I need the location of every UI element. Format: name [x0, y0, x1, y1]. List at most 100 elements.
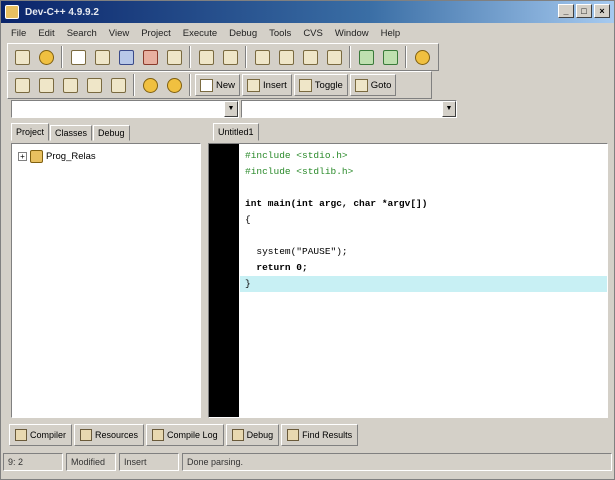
menu-window[interactable]: Window	[329, 28, 375, 39]
tab-debug-output[interactable]: Debug	[225, 424, 280, 446]
compile-run-button[interactable]	[59, 74, 81, 96]
rebuild-all-button[interactable]	[83, 74, 105, 96]
run-button[interactable]	[35, 74, 57, 96]
left-panel-tabs: Project Classes Debug	[11, 123, 131, 143]
menu-view[interactable]: View	[103, 28, 135, 39]
menu-search[interactable]: Search	[61, 28, 103, 39]
tab-debug[interactable]: Debug	[93, 125, 130, 141]
title-bar[interactable]: Dev-C++ 4.9.9.2 _ □ ×	[1, 1, 614, 23]
editor-tabs: Untitled1	[213, 123, 260, 143]
find-next-button[interactable]	[275, 46, 297, 68]
project-icon	[30, 150, 43, 163]
class-browser-button[interactable]	[35, 46, 57, 68]
debug-button[interactable]	[107, 74, 129, 96]
goto-label: Goto	[370, 79, 392, 91]
code-line: #include <stdlib.h>	[245, 166, 354, 177]
find-next-icon	[278, 49, 294, 65]
compile-button[interactable]	[11, 74, 33, 96]
replace-button[interactable]	[299, 46, 321, 68]
main-toolbar	[7, 43, 439, 71]
class-combo[interactable]: ▼	[11, 100, 239, 118]
menu-help[interactable]: Help	[375, 28, 407, 39]
find-button[interactable]	[251, 46, 273, 68]
project-tree-root[interactable]: + Prog_Relas	[18, 150, 96, 163]
run-icon	[38, 77, 54, 93]
status-position: 9: 2	[3, 453, 63, 471]
status-info: Done parsing.	[182, 453, 612, 471]
member-combo[interactable]: ▼	[241, 100, 457, 118]
tab-classes[interactable]: Classes	[50, 125, 93, 141]
tab-untitled1[interactable]: Untitled1	[213, 123, 259, 141]
expand-icon[interactable]: +	[18, 152, 27, 161]
about-button[interactable]	[163, 74, 185, 96]
new-icon	[200, 78, 213, 92]
toggle-button[interactable]: Toggle	[293, 74, 348, 96]
insert-button[interactable]: Insert	[242, 74, 292, 96]
toolbar-separator	[245, 46, 247, 68]
code-line: {	[245, 214, 251, 225]
minimize-button[interactable]: _	[558, 4, 574, 18]
tab-compiler[interactable]: Compiler	[9, 424, 73, 446]
new-file-icon	[70, 49, 86, 65]
menu-cvs[interactable]: CVS	[297, 28, 329, 39]
toolbar-separator	[349, 46, 351, 68]
open-file-button[interactable]	[91, 46, 113, 68]
dropdown-arrow-icon[interactable]: ▼	[224, 101, 238, 117]
insert-label: Insert	[263, 79, 287, 91]
compiler-icon	[15, 429, 27, 441]
goto-line-icon	[326, 49, 342, 65]
code-area[interactable]: #include <stdio.h> #include <stdlib.h> i…	[245, 148, 427, 292]
close-file-button[interactable]	[163, 46, 185, 68]
tab-compile-log-label: Compile Log	[167, 430, 218, 440]
compile-icon	[14, 77, 30, 93]
menu-debug[interactable]: Debug	[223, 28, 263, 39]
tab-resources-label: Resources	[95, 430, 139, 440]
menu-execute[interactable]: Execute	[177, 28, 223, 39]
new-label: New	[216, 79, 236, 91]
window-controls: _ □ ×	[558, 4, 610, 18]
about-icon	[166, 77, 182, 93]
check-icon	[110, 77, 126, 93]
app-icon	[5, 5, 19, 19]
maximize-button[interactable]: □	[576, 4, 592, 18]
menu-bar: File Edit Search View Project Execute De…	[1, 24, 614, 42]
tab-compile-log[interactable]: Compile Log	[146, 424, 224, 446]
add-to-project-button[interactable]	[355, 46, 377, 68]
redo-button[interactable]	[219, 46, 241, 68]
help-button[interactable]	[411, 46, 433, 68]
dropdown-arrow-icon[interactable]: ▼	[442, 101, 456, 117]
resources-icon	[80, 429, 93, 441]
tab-project[interactable]: Project	[11, 123, 50, 141]
tab-find-results-label: Find Results	[302, 430, 353, 440]
help-icon	[414, 49, 430, 65]
open-project-button[interactable]	[11, 46, 33, 68]
menu-project[interactable]: Project	[135, 28, 177, 39]
status-mode: Insert	[119, 453, 179, 471]
undo-button[interactable]	[195, 46, 217, 68]
toolbar-separator	[189, 46, 191, 68]
status-modified: Modified	[66, 453, 116, 471]
new-button[interactable]: New	[195, 74, 241, 96]
tab-find-results[interactable]: Find Results	[281, 424, 359, 446]
save-all-icon	[142, 49, 158, 65]
project-browser: + Prog_Relas	[11, 143, 201, 418]
code-editor[interactable]: #include <stdio.h> #include <stdlib.h> i…	[208, 143, 608, 418]
toolbar-separator	[133, 74, 135, 96]
goto-button[interactable]: Goto	[349, 74, 397, 96]
goto-bookmark-icon	[354, 78, 368, 92]
tab-resources[interactable]: Resources	[74, 424, 145, 446]
code-line: }	[245, 278, 251, 289]
new-file-button[interactable]	[67, 46, 89, 68]
save-icon	[118, 49, 134, 65]
menu-edit[interactable]: Edit	[32, 28, 60, 39]
close-button[interactable]: ×	[594, 4, 610, 18]
editor-gutter	[209, 144, 239, 417]
project-options-button[interactable]	[139, 74, 161, 96]
menu-file[interactable]: File	[5, 28, 32, 39]
save-all-button[interactable]	[139, 46, 161, 68]
save-button[interactable]	[115, 46, 137, 68]
goto-line-button[interactable]	[323, 46, 345, 68]
menu-tools[interactable]: Tools	[263, 28, 297, 39]
remove-from-project-button[interactable]	[379, 46, 401, 68]
